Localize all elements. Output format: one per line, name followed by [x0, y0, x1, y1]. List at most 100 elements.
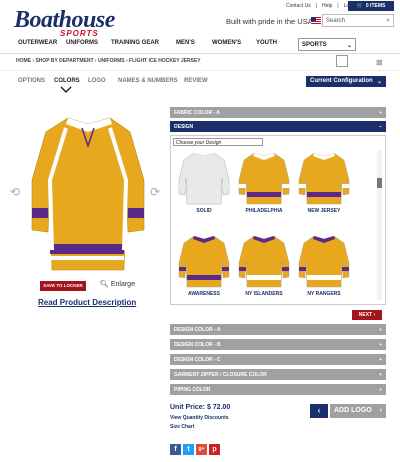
accordion-label: DESIGN COLOR - B: [174, 341, 221, 348]
sport-select-value: SPORTS: [302, 42, 327, 48]
design-option[interactable]: NY ISLANDERS: [238, 233, 290, 299]
save-to-locker-button[interactable]: SAVE TO LOCKER: [40, 281, 86, 291]
tab-logo[interactable]: LOGO: [88, 78, 106, 84]
breadcrumb: HOME › SHOP BY DEPARTMENT › UNIFORMS › F…: [16, 58, 201, 64]
view-controls: ⊠: [336, 55, 396, 67]
accordion-fabric-color-a[interactable]: FABRIC COLOR - A +: [170, 107, 386, 118]
tagline: Built with pride in the USA: [226, 17, 313, 26]
close-icon[interactable]: ⊠: [376, 58, 383, 67]
enlarge-button[interactable]: 🔍︎ Enlarge: [100, 280, 135, 288]
twitter-icon[interactable]: t: [183, 444, 194, 455]
accordion-label: FABRIC COLOR - A: [174, 109, 220, 116]
chevron-right-icon: ›: [379, 407, 382, 414]
design-option[interactable]: NY RANGERS: [298, 233, 350, 299]
contact-link[interactable]: Contact Us: [286, 3, 311, 9]
top-links: Contact Us| Help| Login: [286, 3, 356, 9]
help-link[interactable]: Help: [322, 3, 332, 9]
rotate-right-icon[interactable]: ⟳: [150, 185, 160, 199]
tab-review[interactable]: REVIEW: [184, 78, 208, 84]
jersey-thumbnail: [178, 152, 230, 205]
scrollbar-thumb[interactable]: [377, 178, 382, 188]
nav-mens[interactable]: MEN'S: [176, 40, 195, 46]
design-label: AWARENESS: [188, 291, 220, 297]
accordion-label: DESIGN COLOR - A: [174, 326, 221, 333]
chevron-down-icon: ⌄: [376, 79, 382, 85]
tab-colors[interactable]: COLORS: [54, 78, 80, 84]
add-logo-button[interactable]: ADD LOGO ›: [330, 404, 386, 418]
chevron-down-icon: ⌄: [346, 43, 352, 49]
read-description-link[interactable]: Read Product Description: [38, 298, 136, 307]
nav-youth[interactable]: YOUTH: [256, 40, 277, 46]
jersey-thumbnail: [238, 152, 290, 205]
cart-count: 0 ITEMS: [365, 3, 386, 9]
accordion-design-color-b[interactable]: DESIGN COLOR - B +: [170, 339, 386, 350]
design-label: SOLID: [196, 208, 212, 214]
jersey-thumbnail: [298, 152, 350, 205]
accordion-label: DESIGN COLOR - C: [174, 356, 221, 363]
cart-icon: 🛒: [356, 3, 363, 9]
plus-icon: +: [379, 356, 382, 363]
brand-sub: SPORTS: [60, 29, 99, 38]
current-configuration-label: Current Configuration: [310, 78, 373, 84]
plus-icon: +: [379, 326, 382, 333]
accordion-design-color-a[interactable]: DESIGN COLOR - A +: [170, 324, 386, 335]
design-label: NEW JERSEY: [307, 208, 341, 214]
design-scrollbar[interactable]: [377, 150, 382, 300]
jersey-thumbnail: [178, 235, 230, 288]
enlarge-label: Enlarge: [110, 281, 135, 288]
design-option[interactable]: NEW JERSEY: [298, 150, 350, 216]
nav-womens[interactable]: WOMEN'S: [212, 40, 241, 46]
accordion-label: GARMENT ZIPPER / CLOSURE COLOR: [174, 371, 267, 378]
quantity-discounts-link[interactable]: View Quantity Discounts: [170, 415, 229, 421]
current-configuration-button[interactable]: Current Configuration ⌄: [306, 76, 386, 87]
zoom-icon[interactable]: [336, 55, 348, 67]
divider: [0, 70, 400, 71]
accordion-zipper-color[interactable]: GARMENT ZIPPER / CLOSURE COLOR +: [170, 369, 386, 380]
us-flag-icon: [311, 17, 321, 24]
pinterest-icon[interactable]: p: [209, 444, 220, 455]
back-button[interactable]: ‹: [310, 404, 328, 418]
accordion-label: PIPING COLOR: [174, 386, 211, 393]
chevron-left-icon: ‹: [317, 406, 321, 415]
plus-icon: +: [379, 386, 382, 393]
accordion-label: DESIGN: [174, 123, 194, 130]
nav-outerwear[interactable]: OUTERWEAR: [18, 40, 57, 46]
facebook-icon[interactable]: f: [170, 444, 181, 455]
size-chart-link[interactable]: Size Chart: [170, 424, 194, 430]
design-option[interactable]: PHILADELPHIA: [238, 150, 290, 216]
choose-design-input[interactable]: Choose your Design: [173, 138, 263, 146]
minus-icon: −: [379, 123, 382, 130]
brand-logo[interactable]: Boathouse SPORTS: [14, 8, 122, 42]
rotate-left-icon[interactable]: ⟲: [10, 185, 20, 199]
design-option[interactable]: AWARENESS: [178, 233, 230, 299]
jersey-thumbnail: [238, 235, 290, 288]
search-placeholder: Search: [326, 18, 346, 24]
next-button[interactable]: NEXT ›: [352, 310, 382, 320]
add-logo-label: ADD LOGO: [334, 407, 372, 414]
accordion-design[interactable]: DESIGN −: [170, 121, 386, 132]
design-label: PHILADELPHIA: [245, 208, 283, 214]
plus-icon: +: [379, 341, 382, 348]
accordion-piping-color[interactable]: PIPING COLOR +: [170, 384, 386, 395]
sport-select[interactable]: SPORTS ⌄: [298, 38, 356, 51]
nav-training-gear[interactable]: TRAINING GEAR: [111, 40, 159, 46]
plus-icon: +: [379, 371, 382, 378]
plus-icon: +: [379, 109, 382, 116]
divider: [0, 53, 400, 54]
tab-options[interactable]: OPTIONS: [18, 78, 45, 84]
design-option[interactable]: SOLID: [178, 150, 230, 216]
jersey-thumbnail: [298, 235, 350, 288]
tab-names-numbers[interactable]: NAMES & NUMBERS: [118, 78, 178, 84]
nav-uniforms[interactable]: UNIFORMS: [66, 40, 98, 46]
google-plus-icon[interactable]: g+: [196, 444, 207, 455]
cart-button[interactable]: 🛒 0 ITEMS: [348, 1, 394, 11]
design-label: NY ISLANDERS: [245, 291, 283, 297]
zoom-icon: 🔍︎: [100, 281, 109, 288]
jersey-preview: [31, 117, 145, 271]
active-tab-caret-icon: [60, 86, 72, 94]
unit-price: Unit Price: $ 72.00: [170, 404, 231, 411]
accordion-design-color-c[interactable]: DESIGN COLOR - C +: [170, 354, 386, 365]
search-icon[interactable]: ⌕: [386, 17, 390, 25]
search-input[interactable]: Search ⌕: [322, 14, 394, 27]
design-label: NY RANGERS: [307, 291, 341, 297]
